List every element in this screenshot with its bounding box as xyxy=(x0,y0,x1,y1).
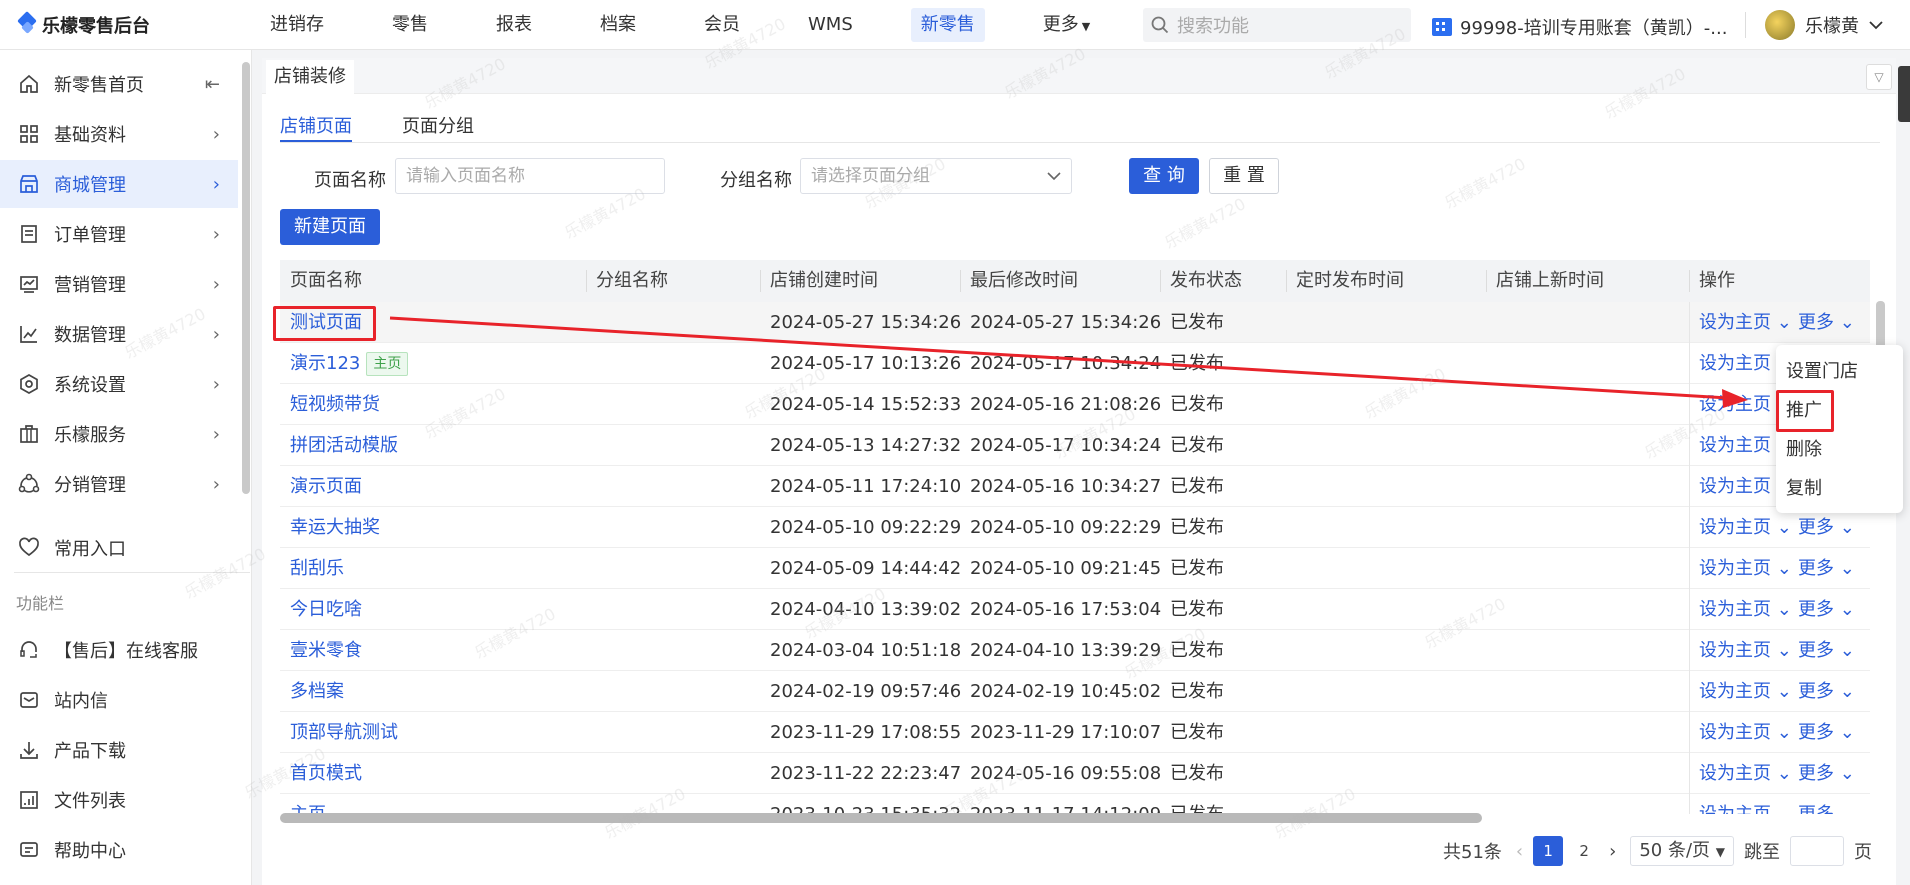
right-edge-handle xyxy=(1898,66,1910,122)
annotation-arrow xyxy=(389,316,1748,408)
